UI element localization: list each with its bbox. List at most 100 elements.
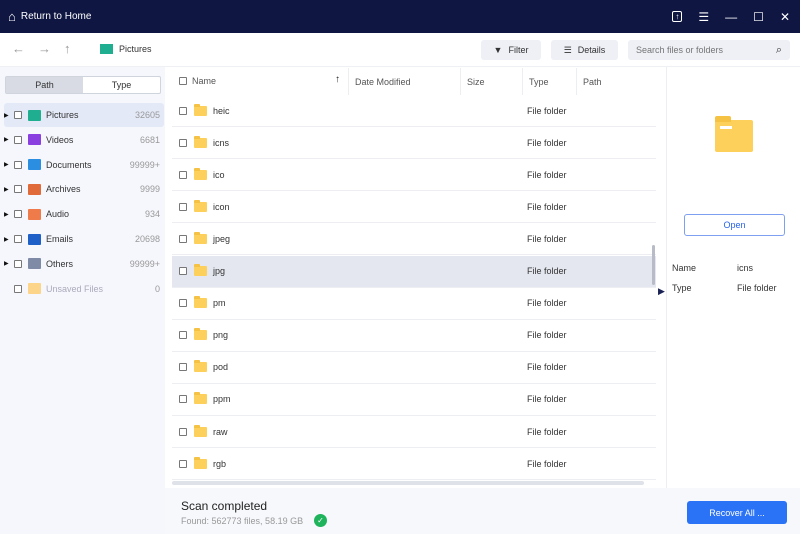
category-checkbox[interactable] [14, 135, 22, 144]
search-icon[interactable]: ⌕ [776, 44, 782, 57]
maximize-icon[interactable]: ☐ [753, 10, 764, 24]
row-checkbox[interactable] [179, 267, 187, 275]
table-row[interactable]: ico File folder [172, 159, 656, 192]
row-checkbox[interactable] [179, 299, 187, 308]
category-icon [28, 183, 41, 195]
open-button[interactable]: Open [684, 214, 785, 236]
category-videos[interactable]: ▶ Videos 6681 [4, 128, 164, 152]
row-checkbox[interactable] [179, 202, 187, 211]
minimize-icon[interactable]: — [725, 10, 737, 24]
category-count: 9999 [139, 184, 160, 195]
filter-button[interactable]: ▼ Filter [481, 40, 541, 60]
folder-icon [194, 392, 207, 405]
close-icon[interactable]: ✕ [780, 10, 790, 24]
row-checkbox[interactable] [179, 170, 187, 179]
column-type[interactable]: Type [522, 68, 576, 95]
recover-all-button[interactable]: Recover All ... [687, 501, 787, 524]
tab-path[interactable]: Path [6, 77, 83, 93]
category-checkbox[interactable] [14, 111, 22, 119]
collapse-panel-icon[interactable]: ▶ [658, 286, 665, 297]
table-row[interactable]: icns File folder [172, 127, 656, 160]
row-checkbox[interactable] [179, 138, 187, 147]
row-name: ppm [213, 394, 231, 405]
category-label: Unsaved Files [46, 283, 104, 294]
row-type: File folder [527, 362, 567, 373]
row-type: File folder [527, 394, 567, 405]
list-icon: ☰ [563, 44, 572, 55]
category-label: Audio [46, 209, 70, 220]
column-size[interactable]: Size [460, 68, 522, 95]
back-icon[interactable]: ← [12, 41, 25, 56]
category-checkbox[interactable] [14, 235, 22, 243]
table-row[interactable]: raw File folder [172, 416, 656, 448]
table-row[interactable]: pm File folder [172, 288, 656, 320]
category-archives[interactable]: ▶ Archives 9999 [4, 177, 164, 201]
category-audio[interactable]: ▶ Audio 934 [4, 202, 164, 226]
filter-label: Filter [508, 45, 529, 55]
sort-ascending-icon[interactable]: ↑ [335, 74, 340, 85]
vertical-scrollbar[interactable] [652, 245, 655, 285]
row-type: File folder [527, 169, 567, 180]
category-emails[interactable]: ▶ Emails 20698 [4, 227, 164, 251]
row-checkbox[interactable] [179, 234, 187, 243]
filter-icon: ▼ [493, 45, 503, 55]
category-checkbox[interactable] [14, 284, 22, 293]
row-type: File folder [527, 426, 567, 437]
folder-icon [194, 264, 207, 276]
category-count: 99999+ [129, 258, 160, 269]
select-all-checkbox[interactable] [179, 77, 187, 85]
folder-icon [194, 231, 207, 244]
category-icon [28, 283, 41, 295]
expand-icon[interactable]: ▶ [4, 186, 14, 193]
table-row[interactable]: png File folder [172, 320, 656, 352]
up-icon[interactable]: ↑ [64, 41, 71, 56]
table-row[interactable]: rgb File folder [172, 448, 656, 481]
row-name: icon [213, 201, 230, 212]
category-unsaved-files[interactable]: Unsaved Files 0 [4, 277, 164, 301]
category-label: Archives [46, 184, 81, 195]
column-name[interactable]: Name [192, 76, 216, 86]
category-checkbox[interactable] [14, 259, 22, 268]
expand-icon[interactable]: ▶ [4, 136, 14, 143]
row-checkbox[interactable] [179, 395, 187, 404]
category-icon [28, 109, 41, 121]
category-checkbox[interactable] [14, 210, 22, 219]
category-checkbox[interactable] [14, 160, 22, 169]
details-button[interactable]: ☰ Details [551, 40, 618, 60]
category-others[interactable]: ▶ Others 99999+ [4, 252, 164, 276]
expand-icon[interactable]: ▶ [4, 161, 14, 168]
table-row[interactable]: jpeg File folder [172, 223, 656, 256]
expand-icon[interactable]: ▶ [4, 260, 14, 267]
table-row[interactable]: ppm File folder [172, 384, 656, 416]
table-row[interactable]: heic File folder [172, 95, 656, 127]
category-count: 32605 [134, 110, 160, 120]
forward-icon[interactable]: → [38, 41, 51, 56]
row-checkbox[interactable] [179, 331, 187, 340]
row-checkbox[interactable] [179, 106, 187, 115]
return-home-button[interactable]: ⌂ Return to Home [8, 9, 91, 24]
table-row[interactable]: jpg File folder [172, 255, 656, 288]
tab-type[interactable]: Type [83, 77, 160, 93]
row-checkbox[interactable] [179, 363, 187, 372]
expand-icon[interactable]: ▶ [4, 112, 14, 119]
expand-icon[interactable]: ▶ [4, 211, 14, 218]
category-documents[interactable]: ▶ Documents 99999+ [4, 153, 164, 177]
row-checkbox[interactable] [179, 427, 187, 436]
table-row[interactable]: icon File folder [172, 191, 656, 224]
row-name: rgb [213, 458, 227, 469]
category-pictures[interactable]: ▶ Pictures 32605 [4, 103, 164, 127]
folder-icon [194, 328, 207, 341]
category-checkbox[interactable] [14, 185, 22, 194]
folder-icon [194, 360, 207, 373]
column-path[interactable]: Path [576, 68, 666, 95]
menu-icon[interactable]: ☰ [698, 10, 709, 24]
column-date-modified[interactable]: Date Modified [348, 68, 460, 95]
expand-icon[interactable]: ▶ [4, 236, 14, 243]
horizontal-scrollbar[interactable] [172, 481, 644, 485]
row-checkbox[interactable] [179, 459, 187, 468]
table-row[interactable]: pod File folder [172, 352, 656, 384]
search-input[interactable] [636, 45, 756, 55]
category-label: Videos [46, 134, 74, 145]
breadcrumb: Pictures [100, 44, 152, 54]
upload-icon[interactable]: ↑ [672, 11, 683, 22]
